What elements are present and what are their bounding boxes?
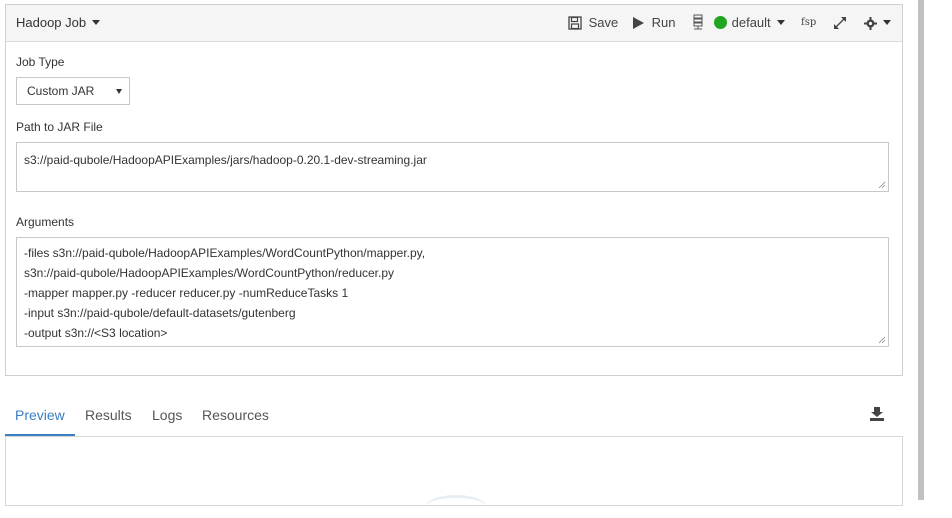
- chevron-down-icon: [776, 20, 785, 25]
- tab-results[interactable]: Results: [85, 400, 132, 434]
- arguments-line: -output s3n://<S3 location>: [24, 326, 168, 340]
- arguments-line: -files s3n://paid-qubole/HadoopAPIExampl…: [24, 246, 426, 260]
- job-type-select[interactable]: Custom JAR: [16, 77, 130, 105]
- expand-icon: [834, 17, 846, 29]
- gear-icon: [864, 17, 877, 30]
- settings-menu[interactable]: [864, 5, 891, 41]
- server-icon: [693, 14, 703, 30]
- save-button-label: Save: [588, 15, 619, 30]
- tab-logs[interactable]: Logs: [152, 400, 182, 434]
- jar-path-label: Path to JAR File: [16, 120, 103, 134]
- job-type-menu-label: Hadoop Job: [16, 15, 87, 30]
- arguments-label: Arguments: [16, 215, 75, 229]
- resize-handle-icon[interactable]: [878, 336, 886, 344]
- run-button[interactable]: Run: [632, 5, 675, 41]
- cluster-selector[interactable]: default: [692, 5, 785, 41]
- cluster-status-icon: [713, 16, 727, 29]
- download-icon[interactable]: [869, 406, 885, 422]
- save-button[interactable]: Save: [568, 5, 618, 41]
- play-icon: [633, 17, 644, 29]
- loading-spinner: [426, 495, 486, 518]
- chevron-down-icon: [116, 89, 122, 94]
- job-type-menu[interactable]: Hadoop Job: [16, 5, 101, 41]
- arguments-line: -input s3n://paid-qubole/default-dataset…: [24, 306, 296, 320]
- tab-preview[interactable]: Preview: [15, 400, 65, 434]
- cluster-selector-label: default: [731, 15, 771, 30]
- expand-button[interactable]: [833, 5, 847, 41]
- tab-resources[interactable]: Resources: [202, 400, 269, 434]
- chevron-down-icon: [883, 20, 891, 25]
- page-scrollbar[interactable]: [918, 0, 924, 500]
- chevron-down-icon: [92, 20, 101, 25]
- run-button-label: Run: [651, 15, 676, 30]
- results-tabs: Preview Results Logs Resources: [5, 400, 903, 436]
- arguments-input[interactable]: -files s3n://paid-qubole/HadoopAPIExampl…: [16, 237, 889, 347]
- fsp-button-label: fsp: [801, 17, 817, 28]
- fsp-button[interactable]: fsp: [801, 5, 816, 41]
- resize-handle-icon[interactable]: [878, 181, 886, 189]
- preview-panel: [5, 436, 903, 506]
- job-type-select-value: Custom JAR: [27, 84, 95, 98]
- arguments-line: s3n://paid-qubole/HadoopAPIExamples/Word…: [24, 266, 395, 280]
- job-editor-panel: Hadoop Job Save Run default fsp Job Type…: [5, 4, 903, 376]
- jar-path-value: s3://paid-qubole/HadoopAPIExamples/jars/…: [24, 153, 427, 167]
- save-icon: [568, 16, 582, 30]
- editor-toolbar: Hadoop Job Save Run default fsp: [6, 5, 902, 42]
- arguments-line: -mapper mapper.py -reducer reducer.py -n…: [24, 286, 349, 300]
- jar-path-input[interactable]: s3://paid-qubole/HadoopAPIExamples/jars/…: [16, 142, 889, 192]
- job-type-label: Job Type: [16, 55, 65, 69]
